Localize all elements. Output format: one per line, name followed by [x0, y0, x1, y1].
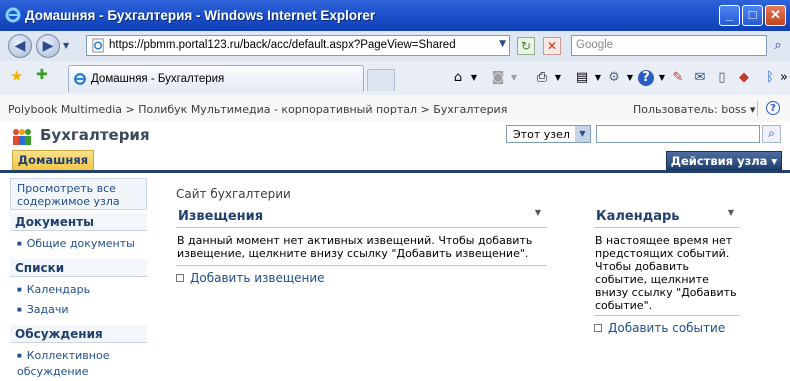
nav-item-tasks[interactable]: Задачи	[17, 303, 69, 316]
window-title: Домашняя - Бухгалтерия - Windows Interne…	[25, 8, 376, 23]
nav-section-discussions[interactable]: Обсуждения	[10, 325, 147, 343]
new-tab-button[interactable]	[367, 69, 395, 91]
search-go-icon[interactable]: ⌕	[762, 125, 781, 143]
minimize-button[interactable]: _	[719, 5, 740, 26]
search-input[interactable]: Google	[571, 35, 767, 56]
search-scope-value: Этот узел	[513, 128, 570, 141]
home-dropdown-icon[interactable]: ▼	[466, 70, 482, 86]
nav-section-label: Обсуждения	[15, 327, 103, 341]
tab-active[interactable]: Домашняя - Бухгалтерия	[68, 65, 364, 92]
research-icon[interactable]: ✎	[670, 70, 686, 86]
search-placeholder: Google	[576, 39, 614, 51]
user-menu[interactable]: Пользователь: boss ▾	[633, 103, 755, 116]
announcements-webpart: Извещения ▼ В данный момент нет активных…	[176, 208, 547, 285]
search-icon[interactable]: ⌕	[769, 37, 787, 55]
toolbar-more-icon[interactable]: »	[776, 70, 790, 86]
blog-icon[interactable]: ◆	[736, 70, 752, 86]
window-titlebar: Домашняя - Бухгалтерия - Windows Interne…	[0, 0, 790, 31]
tools-dropdown-icon[interactable]: ▼	[622, 70, 638, 86]
calendar-webpart: Календарь ▼ В настоящее время нет предст…	[594, 208, 740, 335]
back-button[interactable]: ◀	[8, 34, 32, 58]
page-icon	[92, 38, 104, 53]
add-icon	[594, 324, 602, 332]
nav-section-label: Списки	[15, 261, 65, 275]
webpart-menu-icon[interactable]: ▼	[535, 208, 541, 217]
add-icon	[176, 274, 184, 282]
tab-label: Домашняя - Бухгалтерия	[91, 73, 225, 85]
webpart-header: Календарь ▼	[594, 208, 740, 228]
site-actions-button[interactable]: Действия узла ▾	[666, 151, 782, 170]
page-header: Сайт бухгалтерии	[176, 187, 291, 201]
webpart-title-announcements[interactable]: Извещения	[178, 209, 263, 224]
ie-logo-icon	[5, 7, 21, 23]
add-announcement-label: Добавить извещение	[190, 271, 325, 285]
page-menu-icon[interactable]: ▤	[574, 70, 590, 86]
top-navigation: Домашняя Действия узла ▾	[0, 150, 790, 173]
site-search-input[interactable]	[596, 125, 760, 143]
nav-item-calendar[interactable]: Календарь	[17, 283, 90, 296]
help-icon[interactable]: ?	[766, 101, 780, 115]
tools-gear-icon[interactable]: ⚙	[606, 70, 622, 86]
note-icon[interactable]: ▯	[714, 70, 730, 86]
feeds-icon[interactable]: ◙	[490, 70, 506, 86]
history-dropdown-icon[interactable]: ▼	[63, 41, 69, 50]
help-icon[interactable]: ?	[638, 70, 654, 86]
page-dropdown-icon[interactable]: ▼	[590, 70, 606, 86]
webpart-header: Извещения ▼	[176, 208, 547, 228]
home-icon[interactable]: ⌂	[450, 70, 466, 86]
maximize-button[interactable]: □	[742, 5, 763, 26]
chevron-down-icon[interactable]: ▼	[575, 126, 590, 142]
refresh-icon[interactable]: ↻	[517, 37, 535, 55]
nav-section-lists[interactable]: Списки	[10, 259, 147, 277]
webpart-menu-icon[interactable]: ▼	[728, 208, 734, 217]
view-all-label: Просмотреть все содержимое узла	[17, 182, 120, 208]
view-all-content-link[interactable]: Просмотреть все содержимое узла	[10, 178, 147, 210]
breadcrumb[interactable]: Polybook Multimedia > Полибук Мультимеди…	[8, 103, 507, 116]
help-dropdown-icon[interactable]: ▼	[654, 70, 670, 86]
add-event-label: Добавить событие	[608, 321, 726, 335]
add-announcement-link[interactable]: Добавить извещение	[176, 271, 547, 285]
messenger-icon[interactable]: ✉	[692, 70, 708, 86]
divider	[757, 101, 758, 116]
webpart-title-calendar[interactable]: Календарь	[596, 209, 680, 224]
nav-item-shared-documents[interactable]: Общие документы	[17, 237, 135, 250]
nav-item-team-discussion[interactable]: Коллективное обсуждение	[17, 349, 137, 378]
print-dropdown-icon[interactable]: ▼	[550, 70, 566, 86]
calendar-empty-text: В настоящее время нет предстоящих событи…	[595, 234, 737, 312]
global-breadcrumb-bar: Polybook Multimedia > Полибук Мультимеди…	[0, 95, 790, 123]
nav-section-label: Документы	[15, 215, 94, 229]
nav-section-documents[interactable]: Документы	[10, 213, 147, 231]
forward-button[interactable]: ▶	[36, 34, 60, 58]
add-event-link[interactable]: Добавить событие	[594, 321, 740, 335]
tab-page-icon	[74, 73, 86, 85]
url-dropdown-icon[interactable]: ▼	[499, 39, 506, 49]
address-toolbar: ◀ ▶ ▼ https://pbmm.portal123.ru/back/acc…	[0, 31, 790, 62]
tab-home[interactable]: Домашняя	[12, 150, 94, 170]
site-logo-icon	[13, 129, 31, 145]
tab-toolbar: ★ ✚ Домашняя - Бухгалтерия ⌂ ▼ ◙ ▼ ⎙ ▼ ▤…	[0, 61, 790, 96]
close-button[interactable]: ✕	[765, 5, 786, 26]
url-text[interactable]: https://pbmm.portal123.ru/back/acc/defau…	[109, 39, 456, 51]
stop-icon[interactable]: ✕	[543, 37, 561, 55]
site-title[interactable]: Бухгалтерия	[40, 126, 150, 144]
site-header: Бухгалтерия Этот узел ▼ ⌕	[0, 122, 790, 150]
divider	[176, 265, 547, 266]
address-bar[interactable]: https://pbmm.portal123.ru/back/acc/defau…	[86, 35, 510, 56]
add-favorites-icon[interactable]: ✚	[36, 67, 48, 83]
favorites-star-icon[interactable]: ★	[10, 67, 23, 85]
print-icon[interactable]: ⎙	[534, 70, 550, 86]
feeds-dropdown-icon[interactable]: ▼	[506, 70, 522, 86]
quick-launch: Просмотреть все содержимое узла Документ…	[10, 178, 147, 381]
divider	[594, 315, 740, 316]
announcements-empty-text: В данный момент нет активных извещений. …	[177, 234, 533, 260]
search-scope-select[interactable]: Этот узел ▼	[506, 125, 591, 143]
